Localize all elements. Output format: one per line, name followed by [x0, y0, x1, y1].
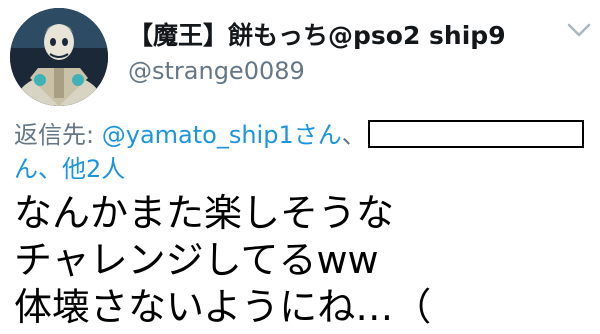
- tweet-menu-button[interactable]: [566, 20, 592, 40]
- tweet-line: チャレンジしてるww: [14, 238, 379, 282]
- redacted-mention-box: [367, 120, 584, 148]
- reply-context: 返信先: @yamato_ship1さん、 ん、他2人: [14, 118, 594, 186]
- reply-continuation-link[interactable]: ん: [14, 155, 38, 183]
- chevron-down-icon: [567, 23, 591, 37]
- avatar-image: [10, 8, 108, 106]
- tweet-text: なんかまた楽しそうな チャレンジしてるww 体壊さないようにね…（: [14, 190, 600, 331]
- avatar[interactable]: [10, 8, 108, 106]
- reply-mention-link[interactable]: @yamato_ship1さん: [102, 121, 342, 149]
- reply-separator: 、: [341, 121, 366, 149]
- reply-others-link[interactable]: 、他2人: [38, 155, 125, 183]
- reply-label: 返信先:: [14, 121, 95, 149]
- tweet-line: 体壊さないようにね…（: [14, 285, 432, 329]
- author-handle[interactable]: @strange0089: [128, 57, 305, 85]
- tweet-line: なんかまた楽しそうな: [14, 191, 395, 235]
- author-display-name[interactable]: 【魔王】餅もっち@pso2 ship9: [128, 16, 506, 52]
